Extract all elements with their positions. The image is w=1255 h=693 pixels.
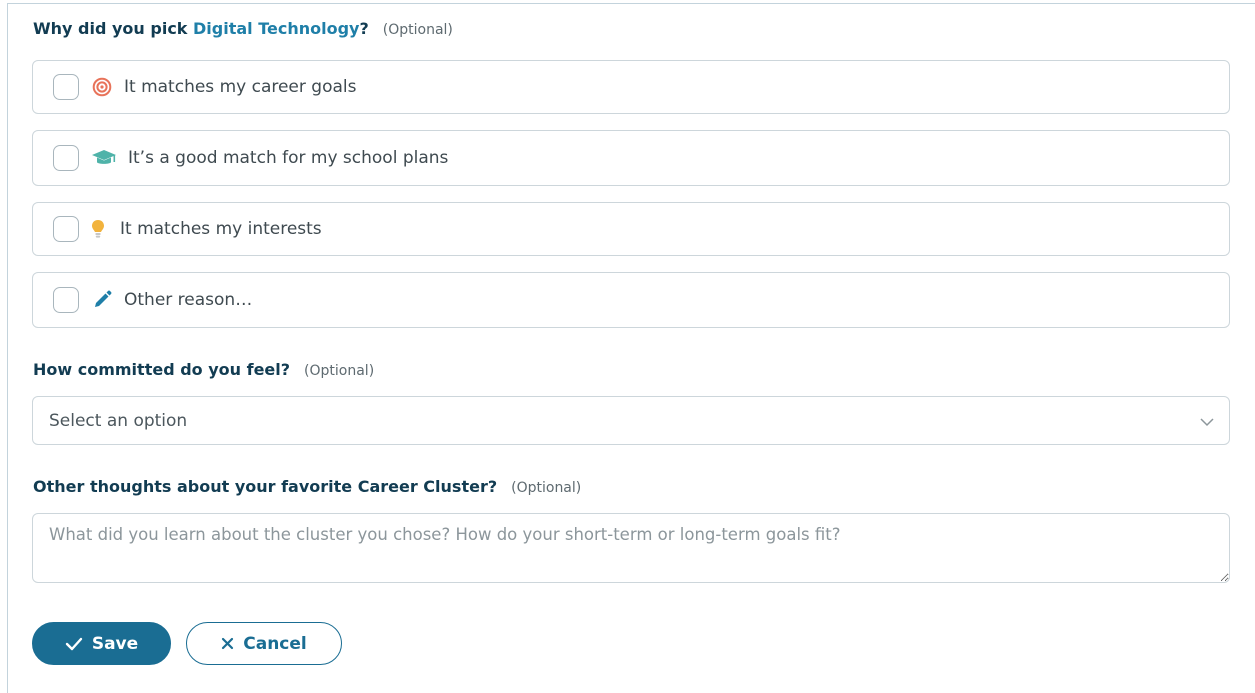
cluster-name-highlight: Digital Technology	[193, 19, 360, 38]
choice-label: It matches my career goals	[124, 77, 357, 97]
lightbulb-icon	[91, 218, 105, 240]
optional-tag: (Optional)	[382, 22, 453, 38]
optional-tag: (Optional)	[511, 480, 582, 496]
question-commitment-label: How committed do you feel? (Optional)	[33, 360, 374, 379]
save-label: Save	[91, 633, 139, 654]
target-icon	[91, 76, 113, 98]
optional-tag: (Optional)	[304, 363, 375, 379]
save-button[interactable]: Save	[32, 622, 171, 665]
select-value: Select an option	[49, 410, 188, 431]
cancel-label: Cancel	[243, 633, 307, 654]
graduation-cap-icon	[91, 147, 117, 169]
choice-interests[interactable]: It matches my interests	[32, 202, 1230, 256]
question-thoughts-label: Other thoughts about your favorite Caree…	[33, 477, 581, 496]
choice-other-reason[interactable]: Other reason…	[32, 272, 1230, 328]
question-thoughts-text: Other thoughts about your favorite Caree…	[33, 477, 498, 496]
thoughts-textarea[interactable]	[32, 513, 1230, 583]
choice-label: Other reason…	[124, 290, 253, 310]
choice-label: It matches my interests	[120, 219, 322, 239]
checkbox[interactable]	[53, 216, 79, 242]
cancel-button[interactable]: Cancel	[186, 622, 342, 665]
close-icon	[222, 637, 234, 650]
commitment-select[interactable]: Select an option	[32, 396, 1230, 445]
question-commitment-text: How committed do you feel?	[33, 360, 291, 379]
checkbox[interactable]	[53, 74, 79, 100]
question-why-label: Why did you pick Digital Technology? (Opt…	[33, 19, 453, 38]
question-why-prefix: Why did you pick	[33, 19, 194, 38]
choice-career-goals[interactable]: It matches my career goals	[32, 60, 1230, 114]
chevron-down-icon	[1199, 414, 1215, 433]
checkbox[interactable]	[53, 145, 79, 171]
check-icon	[65, 637, 83, 650]
pencil-icon	[91, 289, 113, 311]
checkbox[interactable]	[53, 287, 79, 313]
choice-school-plans[interactable]: It’s a good match for my school plans	[32, 130, 1230, 186]
choice-label: It’s a good match for my school plans	[128, 148, 449, 168]
question-why-suffix: ?	[359, 19, 369, 38]
